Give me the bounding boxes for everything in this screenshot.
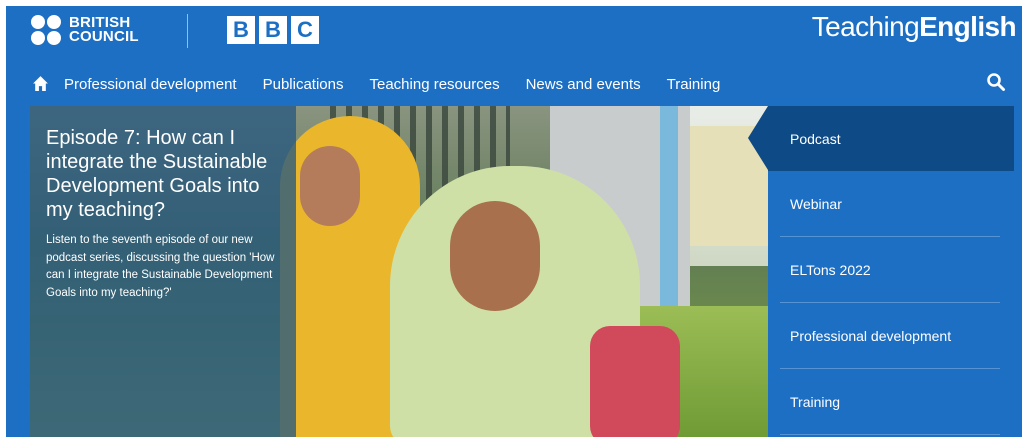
bbc-letter: B [259, 16, 287, 44]
nav-item-publications[interactable]: Publications [263, 76, 344, 93]
page: BRITISH COUNCIL B B C TeachingEnglish Pr… [6, 6, 1022, 437]
nav-item-teaching-resources[interactable]: Teaching resources [370, 76, 500, 93]
site-header: BRITISH COUNCIL B B C TeachingEnglish [6, 6, 1022, 61]
tab-webinar[interactable]: Webinar [780, 172, 1000, 237]
tab-eltons-2022[interactable]: ELTons 2022 [780, 238, 1000, 303]
british-council-logo[interactable]: BRITISH COUNCIL [31, 13, 139, 47]
british-council-line2: COUNCIL [69, 28, 139, 45]
bbc-letter: B [227, 16, 255, 44]
nav-item-training[interactable]: Training [667, 76, 721, 93]
tab-podcast[interactable]: Podcast [748, 106, 1014, 171]
logo-divider [187, 14, 188, 48]
teaching-english-logo-bold: English [919, 11, 1017, 42]
british-council-dots-icon [31, 15, 63, 45]
hero-description: Listen to the seventh episode of our new… [46, 234, 275, 299]
search-icon[interactable] [986, 72, 1006, 92]
tab-label: ELTons 2022 [790, 262, 871, 278]
tab-label: Training [790, 394, 841, 410]
teaching-english-logo[interactable]: TeachingEnglish [811, 11, 1017, 43]
hero-title[interactable]: Episode 7: How can I integrate the Susta… [46, 126, 286, 222]
tab-professional-development[interactable]: Professional development [780, 304, 1000, 369]
home-icon[interactable] [32, 75, 49, 92]
hero-tab-list: Podcast Webinar ELTons 2022 Professional… [748, 106, 1014, 437]
tab-label: Professional development [790, 328, 952, 344]
teaching-english-logo-light: Teaching [811, 11, 920, 42]
tab-label: Webinar [790, 196, 842, 212]
british-council-wordmark: BRITISH COUNCIL [69, 15, 139, 45]
nav-items: Professional development Publications Te… [64, 62, 746, 106]
nav-item-professional-development[interactable]: Professional development [64, 76, 237, 93]
bbc-letter: C [291, 16, 319, 44]
tab-label: Podcast [790, 130, 841, 147]
tab-training[interactable]: Training [780, 370, 1000, 435]
hero-text-overlay: Episode 7: How can I integrate the Susta… [30, 106, 296, 437]
main-nav: Professional development Publications Te… [6, 62, 1022, 106]
nav-item-news-and-events[interactable]: News and events [526, 76, 641, 93]
bbc-logo[interactable]: B B C [227, 16, 319, 44]
